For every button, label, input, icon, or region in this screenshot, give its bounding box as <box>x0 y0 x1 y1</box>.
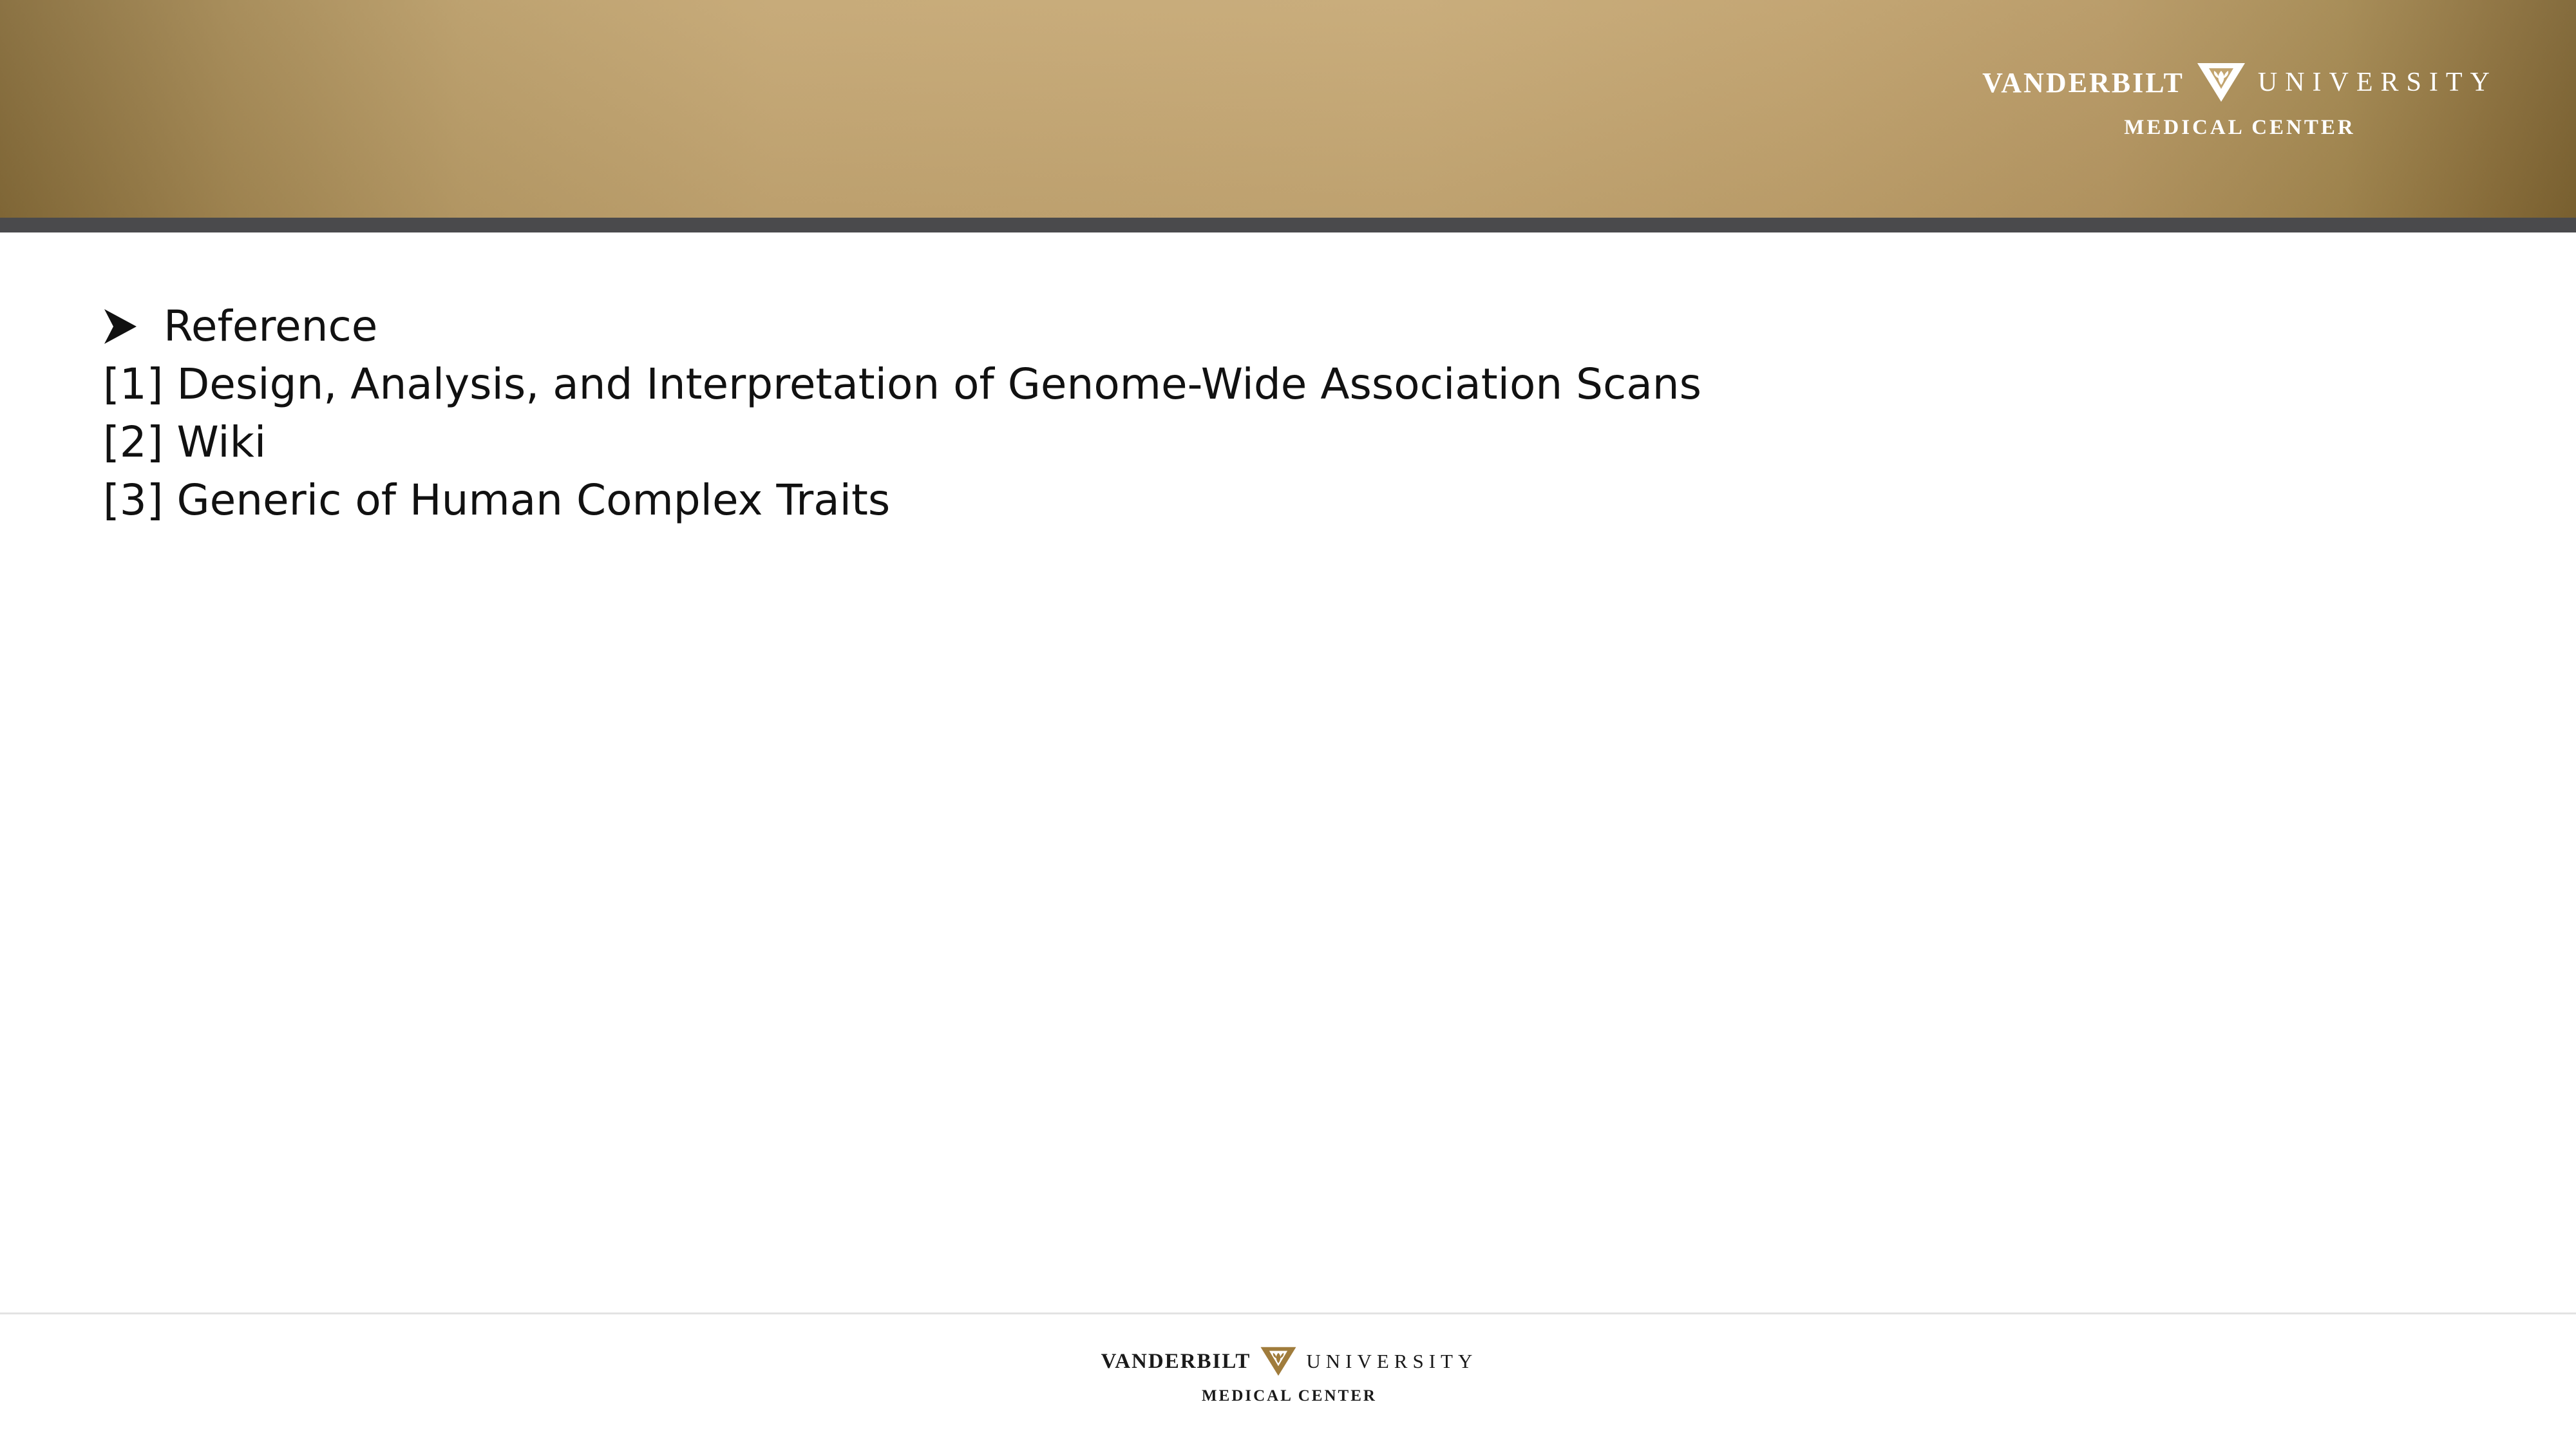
reference-item-3: [3] Generic of Human Complex Traits <box>103 475 891 525</box>
slide: VANDERBILT UNIVERSITY MEDICAL CENTER Ref… <box>0 0 2576 1449</box>
logo-word-vanderbilt: VANDERBILT <box>1982 66 2184 99</box>
footer-logo-word-university: UNIVERSITY <box>1306 1350 1478 1372</box>
arrowhead-bullet-icon <box>104 309 137 344</box>
footer-logo-word-vanderbilt: VANDERBILT <box>1101 1349 1251 1373</box>
logo-word-university: UNIVERSITY <box>2257 68 2497 97</box>
reference-item-2: [2] Wiki <box>103 417 267 467</box>
logo-medical-center: MEDICAL CENTER <box>2124 116 2356 139</box>
header-logo: VANDERBILT UNIVERSITY MEDICAL CENTER <box>1982 62 2490 140</box>
footer-vanderbilt-v-icon <box>1260 1347 1296 1376</box>
reference-heading: Reference <box>103 298 2421 355</box>
vanderbilt-v-icon <box>2197 63 2245 102</box>
footer-logo: VANDERBILT UNIVERSITY MEDICAL CENTER <box>1101 1346 1478 1405</box>
reference-item-1: [1] Design, Analysis, and Interpretation… <box>103 359 1701 409</box>
reference-heading-text: Reference <box>164 301 378 351</box>
slide-body: Reference [1] Design, Analysis, and Inte… <box>103 298 2421 529</box>
footer-rule <box>0 1312 2576 1314</box>
footer-logo-medical-center: MEDICAL CENTER <box>1202 1387 1377 1405</box>
header-rule <box>0 218 2576 232</box>
